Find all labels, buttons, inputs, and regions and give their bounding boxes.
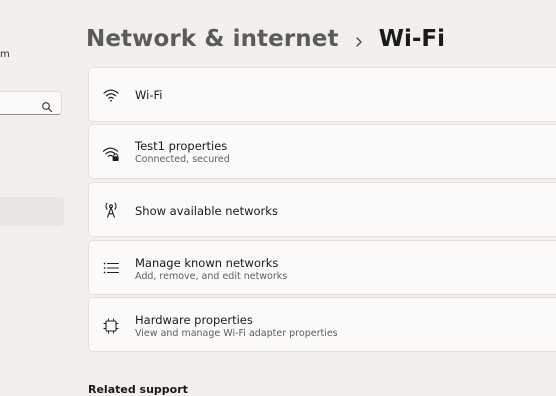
hardware-properties-card[interactable]: Hardware properties View and manage Wi-F…	[88, 297, 556, 352]
wifi-lock-icon	[102, 144, 120, 162]
network-properties-card[interactable]: Test1 properties Connected, secured	[88, 124, 556, 179]
card-subtitle: Add, remove, and edit networks	[135, 271, 288, 282]
card-title: Manage known networks	[135, 256, 279, 270]
sidebar-item-network-internet[interactable]	[0, 197, 64, 226]
list-icon	[102, 259, 120, 277]
breadcrumb-parent-link[interactable]: Network & internet	[86, 26, 339, 52]
chip-icon	[102, 317, 120, 335]
breadcrumb: Network & internet Wi-Fi	[86, 21, 445, 57]
antenna-icon	[102, 201, 120, 219]
search-icon	[41, 98, 53, 113]
card-title: Test1 properties	[135, 139, 228, 153]
chevron-right-icon	[353, 33, 365, 47]
card-title: Hardware properties	[135, 313, 253, 327]
sidebar-user-name: m	[0, 49, 10, 60]
show-available-networks-card[interactable]: Show available networks	[88, 182, 556, 237]
card-title: Show available networks	[135, 204, 278, 218]
search-input[interactable]	[0, 91, 62, 115]
card-title: Wi-Fi	[135, 88, 163, 102]
manage-known-networks-card[interactable]: Manage known networks Add, remove, and e…	[88, 240, 556, 295]
page-title: Wi-Fi	[378, 26, 445, 52]
card-subtitle: View and manage Wi-Fi adapter properties	[135, 328, 338, 339]
card-subtitle: Connected, secured	[135, 154, 230, 165]
wifi-toggle-card[interactable]: Wi-Fi	[88, 67, 556, 122]
wifi-icon	[102, 86, 120, 104]
sidebar: m	[0, 0, 70, 389]
related-support-heading: Related support	[88, 383, 188, 396]
